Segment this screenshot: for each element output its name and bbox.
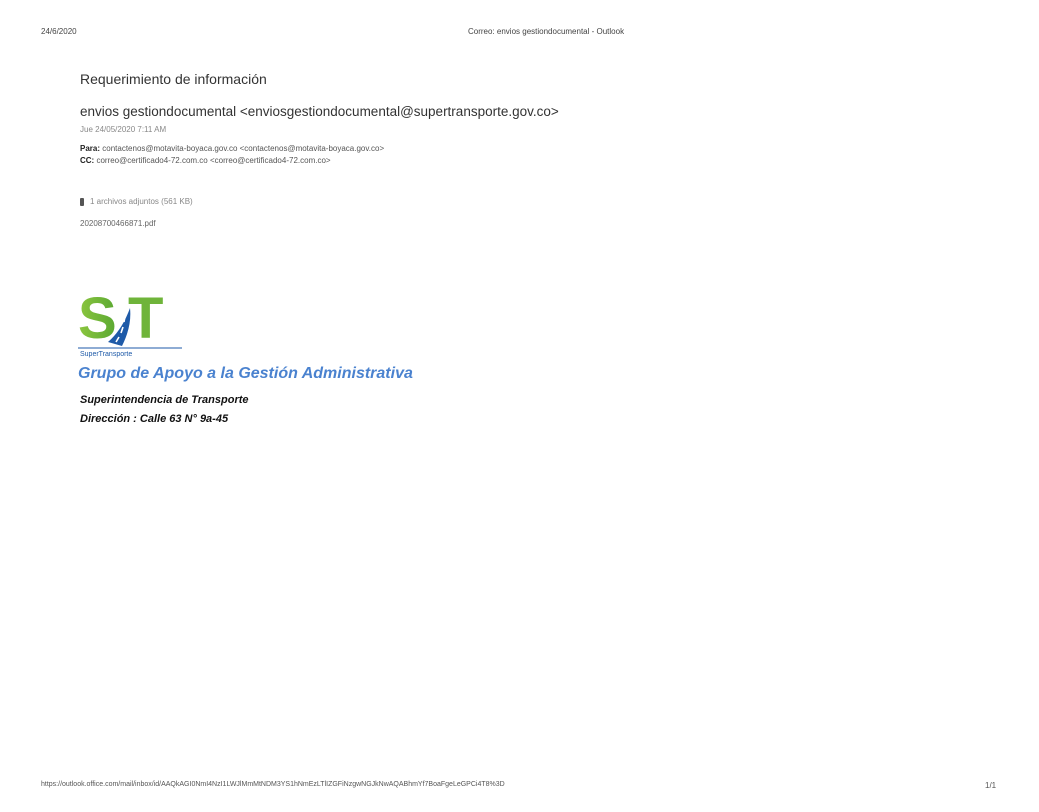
attachments-count: 1 archivos adjuntos (561 KB)	[90, 197, 193, 206]
to-recipients[interactable]: contactenos@motavita-boyaca.gov.co <cont…	[102, 144, 384, 153]
logo-letter-t: T	[128, 286, 163, 351]
email-sender[interactable]: envios gestiondocumental <enviosgestiond…	[80, 104, 559, 119]
logo-caption: SuperTransporte	[80, 351, 132, 358]
cc-line: CC: correo@certificado4-72.com.co <corre…	[80, 156, 331, 165]
print-date: 24/6/2020	[41, 27, 77, 36]
cc-label: CC:	[80, 156, 95, 165]
cc-recipients[interactable]: correo@certificado4-72.com.co <correo@ce…	[96, 156, 330, 165]
signature-group-name: Grupo de Apoyo a la Gestión Administrati…	[78, 365, 413, 382]
attachment-file[interactable]: 20208700466871.pdf	[80, 219, 156, 228]
email-subject: Requerimiento de información	[80, 71, 267, 87]
signature-organization: Superintendencia de Transporte	[80, 394, 249, 406]
email-sent-date: Jue 24/05/2020 7:11 AM	[80, 125, 167, 134]
to-line: Para: contactenos@motavita-boyaca.gov.co…	[80, 144, 384, 153]
print-page-number: 1/1	[985, 781, 997, 790]
to-label: Para:	[80, 144, 101, 153]
attachments-summary: 1 archivos adjuntos (561 KB)	[80, 197, 193, 206]
paperclip-icon	[80, 197, 84, 206]
supertransporte-logo: S T SuperTransporte	[78, 286, 182, 358]
signature-address: Dirección : Calle 63 N° 9a-45	[80, 413, 229, 425]
print-page-title: Correo: envios gestiondocumental - Outlo…	[468, 27, 625, 36]
print-footer-url[interactable]: https://outlook.office.com/mail/inbox/id…	[41, 781, 505, 788]
